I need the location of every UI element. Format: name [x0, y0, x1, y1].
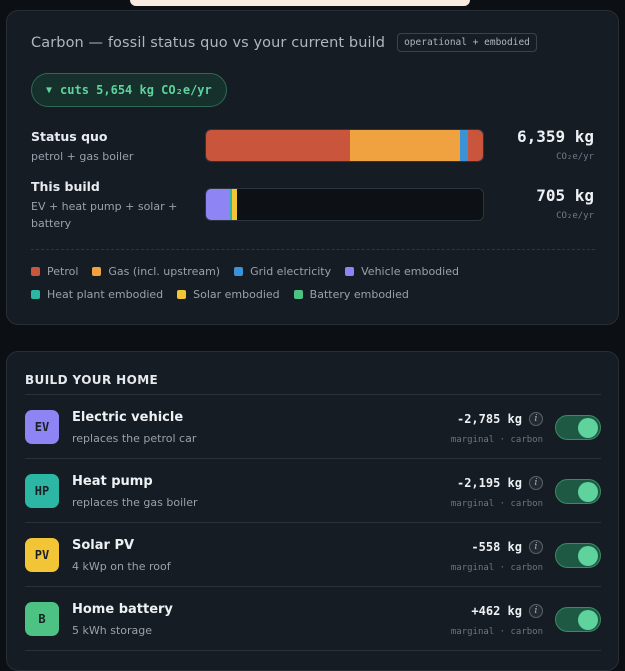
status-quo-value: 6,359 kg CO₂e/yr [517, 127, 594, 162]
item-sub: replaces the gas boiler [72, 496, 198, 509]
ev-badge: EV [25, 410, 59, 444]
toggle-knob [578, 609, 598, 630]
build-item-home-battery: B Home battery 5 kWh storage +462 kg i m… [25, 587, 601, 651]
status-quo-sub: petrol + gas boiler [31, 150, 134, 163]
bar-segment-gas-incl-upstream [349, 130, 460, 161]
this-build-label: This build EV + heat pump + solar + batt… [31, 179, 196, 232]
item-carbon-value: -558 kg [471, 540, 522, 554]
build-item-electric-vehicle: EV Electric vehicle replaces the petrol … [25, 395, 601, 459]
item-sub: 4 kWp on the roof [72, 560, 171, 573]
legend-swatch [234, 267, 244, 276]
item-meta: marginal · carbon [450, 499, 543, 509]
heat-pump-toggle[interactable] [555, 479, 601, 504]
electric-vehicle-toggle[interactable] [555, 415, 601, 440]
top-strip [0, 0, 625, 8]
toggle-knob [578, 417, 598, 438]
legend-item: Battery embodied [293, 288, 409, 301]
item-carbon-value: +462 kg [471, 604, 522, 618]
this-build-unit: CO₂e/yr [556, 211, 594, 221]
build-your-home-card: BUILD YOUR HOME EV Electric vehicle repl… [6, 351, 619, 671]
info-icon[interactable]: i [529, 604, 543, 618]
legend-swatch [293, 290, 303, 299]
toggle-knob [578, 481, 598, 502]
legend-swatch [31, 267, 40, 276]
pv-badge: PV [25, 538, 59, 572]
item-name: Solar PV [72, 538, 135, 553]
item-carbon-value: -2,195 kg [456, 476, 522, 490]
legend-label: Battery embodied [309, 288, 409, 301]
divider [31, 249, 595, 250]
this-build-bar [205, 188, 484, 221]
legend-label: Grid electricity [250, 265, 332, 278]
item-name: Home battery [72, 602, 173, 617]
info-icon[interactable]: i [529, 540, 543, 554]
legend-label: Vehicle embodied [361, 265, 459, 278]
info-icon[interactable]: i [529, 476, 543, 490]
legend-item: Heat plant embodied [31, 288, 163, 301]
scope-tag: operational + embodied [397, 33, 537, 52]
this-build-amount: 705 kg [536, 186, 594, 205]
build-title: BUILD YOUR HOME [25, 373, 159, 387]
hp-badge: HP [25, 474, 59, 508]
carbon-header: Carbon — fossil status quo vs your curre… [31, 33, 537, 52]
battery-badge: B [25, 602, 59, 636]
status-quo-unit: CO₂e/yr [556, 152, 594, 162]
item-sub: 5 kWh storage [72, 624, 152, 637]
this-build-sub: EV + heat pump + solar + battery [31, 200, 178, 230]
legend-label: Solar embodied [193, 288, 280, 301]
legend-item: Gas (incl. upstream) [92, 265, 220, 278]
solar-pv-toggle[interactable] [555, 543, 601, 568]
item-meta: marginal · carbon [450, 627, 543, 637]
item-value: +462 kg i [471, 604, 543, 618]
item-carbon-value: -2,785 kg [456, 412, 522, 426]
legend-item: Solar embodied [177, 288, 280, 301]
item-value: -558 kg i [471, 540, 543, 554]
legend-item: Vehicle embodied [345, 265, 459, 278]
item-name: Electric vehicle [72, 410, 184, 425]
item-meta: marginal · carbon [450, 563, 543, 573]
cuts-toggle-button[interactable]: ▼ cuts 5,654 kg CO₂e/yr [31, 73, 227, 107]
bar-segment-solar-embodied [231, 189, 237, 220]
legend-swatch [31, 290, 40, 299]
status-quo-amount: 6,359 kg [516, 127, 594, 146]
status-quo-label: Status quo petrol + gas boiler [31, 129, 196, 165]
this-build-value: 705 kg CO₂e/yr [536, 186, 594, 221]
build-item-solar-pv: PV Solar PV 4 kWp on the roof -558 kg i … [25, 523, 601, 587]
bar-segment-petrol [468, 130, 483, 161]
status-quo-bar [205, 129, 484, 162]
item-value: -2,785 kg i [457, 412, 543, 426]
legend-swatch [345, 267, 355, 276]
bar-segment-petrol [206, 130, 350, 161]
home-battery-toggle[interactable] [555, 607, 601, 632]
legend-swatch [177, 290, 187, 299]
toggle-knob [578, 545, 598, 566]
legend-label: Petrol [47, 265, 79, 278]
legend-swatch [92, 267, 102, 276]
legend-label: Heat plant embodied [47, 288, 164, 301]
item-meta: marginal · carbon [450, 435, 543, 445]
caret-down-icon: ▼ [46, 84, 53, 96]
legend: Petrol Gas (incl. upstream) Grid electrici… [31, 265, 601, 301]
legend-label: Gas (incl. upstream) [108, 265, 221, 278]
item-sub: replaces the petrol car [72, 432, 197, 445]
item-value: -2,195 kg i [457, 476, 543, 490]
this-build-name: This build [31, 179, 100, 194]
top-banner-edge [130, 0, 470, 6]
carbon-comparison-card: Carbon — fossil status quo vs your curre… [6, 10, 619, 325]
legend-item: Petrol [31, 265, 78, 278]
info-icon[interactable]: i [529, 412, 543, 426]
cuts-label: cuts 5,654 kg CO₂e/yr [60, 83, 212, 97]
item-name: Heat pump [72, 474, 153, 489]
status-quo-name: Status quo [31, 129, 108, 144]
bar-segment-grid-electricity [459, 130, 469, 161]
legend-item: Grid electricity [234, 265, 331, 278]
bar-segment-vehicle-embodied [206, 189, 231, 220]
carbon-title: Carbon — fossil status quo vs your curre… [31, 34, 386, 51]
build-item-heat-pump: HP Heat pump replaces the gas boiler -2,… [25, 459, 601, 523]
